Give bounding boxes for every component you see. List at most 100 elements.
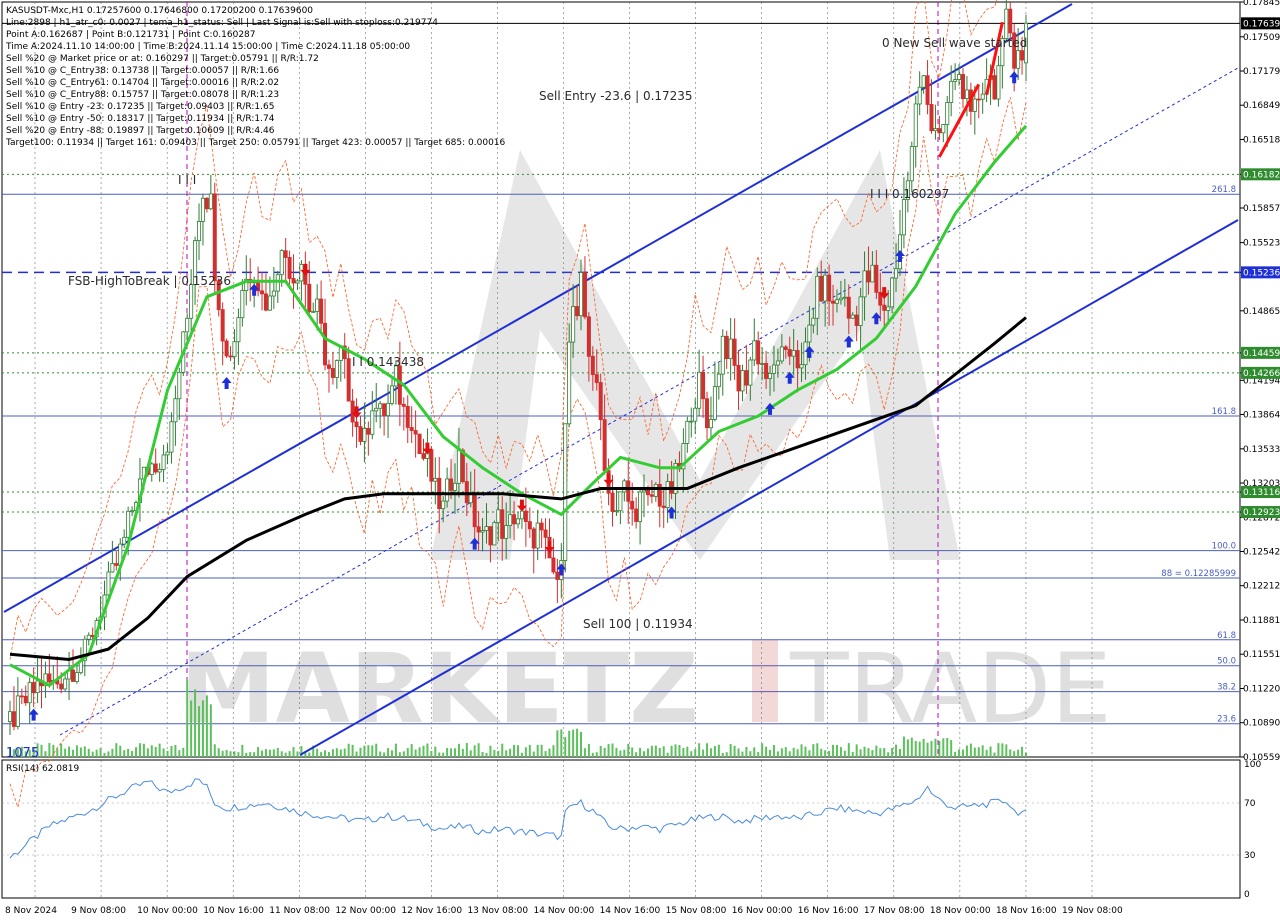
candle-body [401,403,406,407]
volume-bar [717,744,720,757]
volume-bar [1013,751,1016,757]
candle-body [295,280,300,284]
rsi-label: RSI(14) 62.0819 [6,764,79,774]
candle-body [449,478,454,491]
candle-body [122,536,127,545]
candle-body [484,526,489,531]
volume-bar [812,744,815,757]
candle-body [870,264,875,283]
candle-body [279,250,284,276]
candle-body [232,341,237,358]
candle-body [819,275,824,302]
volume-bar [733,745,736,757]
volume-bar [828,750,831,757]
volume-bar [493,749,496,757]
volume-bar [690,751,693,757]
candle-body [429,449,434,482]
candle-body [645,489,650,496]
candle-body [374,407,379,412]
volume-bar [72,749,75,757]
volume-bar [198,706,201,757]
volume-bar [788,751,791,757]
volume-bar [745,746,748,757]
volume-bar [501,743,504,757]
candle-body [516,518,521,525]
y-tick-label: 0.13864 [1243,411,1280,421]
volume-bar [635,752,638,757]
volume-bar [505,750,508,757]
y-tick-label: 0.17509 [1243,33,1280,43]
volume-bar [308,752,311,757]
volume-bar [324,750,327,757]
volume-bar [985,749,988,757]
candle-body [311,311,316,313]
candle-body [622,480,627,493]
candle-body [496,509,501,524]
candle-body [614,510,619,513]
info-line: KASUSDT-Mxc,H1 0.17257600 0.17646800 0.1… [6,6,313,16]
volume-bar [79,747,82,757]
volume-bar [158,743,161,757]
y-tick-label: 0.16518 [1243,136,1280,146]
candle-body [260,290,265,295]
fib-level-label: 61.8 [1217,631,1236,641]
candle-body [874,264,879,293]
chart-container: 8 Nov 2024 9 Nov 08:00 10 Nov 00:00 10 Nov … [0,0,1280,920]
candle-body [512,514,517,525]
volume-bar [249,752,252,757]
volume-bar [556,730,559,757]
volume-bar [611,743,614,757]
volume-bar [954,751,957,757]
rsi-panel [1,759,1241,899]
volume-bar [528,744,531,757]
fib-level-label: 23.6 [1217,715,1236,725]
candle-body [980,93,985,100]
volume-bar [56,748,59,757]
volume-bar [883,748,886,757]
rsi-level-label: 0 [1244,890,1250,900]
new-wave-label: 0 New Sell wave started [882,36,1027,50]
sell-100-label: Sell 100 | 0.11934 [583,617,693,631]
fib-level-label: 38.2 [1217,683,1236,693]
volume-bar [820,748,823,757]
volume-bar [816,743,819,757]
candle-body [787,349,792,357]
candle-body [275,274,280,292]
candle-body [204,197,209,210]
volume-bar [351,744,354,757]
y-tick-label: 0.10890 [1243,719,1280,729]
candle-body [433,477,438,482]
volume-bar [977,747,980,757]
candle-body [15,695,20,727]
volume-bar [146,748,149,757]
candle-body [504,525,509,539]
volume-bar [875,745,878,757]
candle-body [287,257,292,279]
candle-body [378,403,383,409]
volume-bar [150,745,153,757]
candle-body [531,528,536,549]
volume-bar [485,752,488,757]
volume-bar [430,750,433,757]
candle-body [575,306,580,317]
candlestick-chart: 8 Nov 2024 9 Nov 08:00 10 Nov 00:00 10 Nov … [1,0,1280,916]
candle-body [582,272,587,318]
candle-body [909,146,914,182]
candle-body [823,274,828,302]
candle-body [618,491,623,512]
candle-body [653,483,658,497]
candle-body [901,199,906,236]
volume-bar [560,729,563,757]
volume-bar [749,751,752,757]
candle-body [736,364,741,392]
volume-bar [383,752,386,757]
watermark-text: MARKETZ [180,633,699,745]
price-axis: 0.17845 0.17509 0.17179 0.16849 0.16518 0.161… [1240,0,1280,763]
candle-body [602,419,607,471]
volume-bar [839,747,842,757]
candle-body [744,370,749,386]
info-line: Target100: 0.11934 || Target 161: 0.0940… [5,138,506,148]
candle-body [153,463,158,473]
volume-bar [316,748,319,757]
time-tick-label: 12 Nov 16:00 [401,906,462,916]
